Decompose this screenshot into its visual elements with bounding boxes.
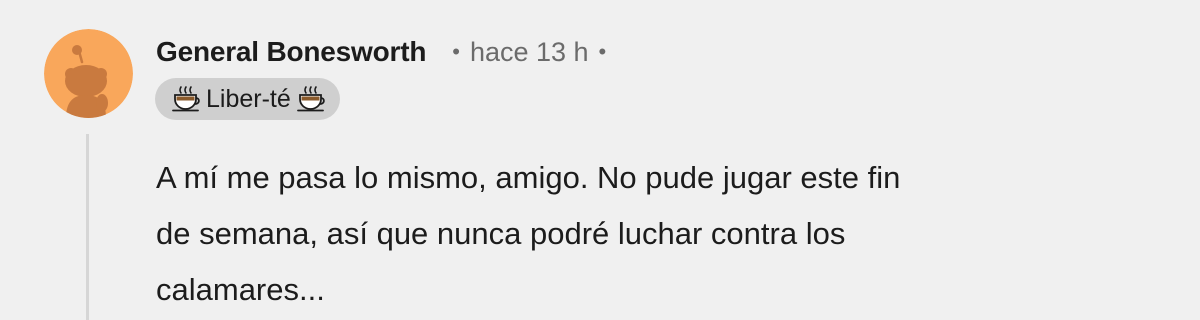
comment-body-line: A mí me pasa lo mismo, amigo. No pude ju…: [156, 160, 901, 195]
teacup-icon: [296, 84, 326, 114]
comment-body-line: calamares...: [156, 272, 325, 307]
separator-dot: •: [452, 39, 460, 64]
author-name[interactable]: General Bonesworth: [156, 36, 426, 68]
comment-body-line: de semana, así que nunca podré luchar co…: [156, 216, 846, 251]
separator-dot: •: [598, 39, 607, 64]
teacup-icon: [171, 84, 201, 114]
flair-label: Liber-té: [206, 84, 291, 113]
thread-line[interactable]: [86, 134, 89, 320]
comment-body: A mí me pasa lo mismo, amigo. No pude ju…: [156, 150, 1156, 318]
snoo-avatar-icon[interactable]: [44, 29, 133, 118]
user-flair[interactable]: Liber-té: [155, 78, 340, 120]
comment: General Bonesworth • hace 13 h • Liber-t…: [0, 0, 1200, 320]
timestamp[interactable]: hace 13 h: [470, 37, 589, 68]
comment-header: General Bonesworth • hace 13 h •: [156, 30, 606, 74]
